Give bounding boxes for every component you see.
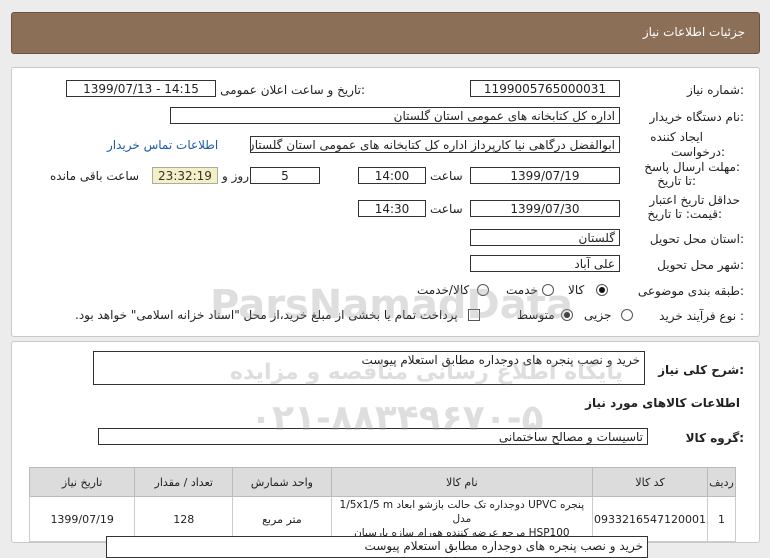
deadline-time-field: 14:00 xyxy=(358,167,426,184)
page-header: جزئیات اطلاعات نیاز xyxy=(11,12,760,54)
page-title: جزئیات اطلاعات نیاز xyxy=(642,25,745,39)
days-remaining-field: 5 xyxy=(250,167,320,184)
creator-label-2: درخواست: xyxy=(671,145,725,159)
days-label: روز و xyxy=(222,169,249,183)
cell-row: 1 xyxy=(707,496,736,542)
need-number-field: 1199005765000031 xyxy=(470,80,620,97)
province-label: استان محل تحویل: xyxy=(649,232,744,246)
col-row: ردیف xyxy=(707,467,736,497)
deadline-time-label: ساعت xyxy=(430,169,463,183)
goods-group-label: گروه کالا: xyxy=(685,431,744,445)
process-minor-radio[interactable] xyxy=(621,309,633,321)
category-label: طبقه بندی موضوعی: xyxy=(637,284,744,298)
cell-unit: متر مربع xyxy=(232,496,332,542)
creator-label-1: ایجاد کننده xyxy=(650,130,703,144)
summary-label: شرح کلی نیاز: xyxy=(658,363,744,377)
watermark-phone: ۰۲۱-۸۸۳۴۹۶۷۰-۵ xyxy=(250,398,544,439)
process-minor-label: جزیی xyxy=(584,308,612,322)
col-date: تاریخ نیاز xyxy=(28,467,136,497)
col-name: نام کالا xyxy=(330,467,594,497)
buyer-label: نام دستگاه خریدار: xyxy=(649,110,745,124)
city-field: علی آباد xyxy=(470,255,620,272)
col-unit: واحد شمارش xyxy=(232,467,332,497)
goods-table-header: ردیف کد کالا نام کالا واحد شمارش تعداد /… xyxy=(28,467,736,497)
footer-partial-box: خرید و نصب پنجره های دوجداره مطابق استعل… xyxy=(106,536,648,558)
deadline-label-1: مهلت ارسال پاسخ: xyxy=(644,160,740,174)
cell-date: 1399/07/19 xyxy=(28,496,136,542)
cell-name-line1: پنجره UPVC دوجداره تک حالت بازشو ابعاد 1… xyxy=(339,499,585,525)
goods-section-title: اطلاعات کالاهای مورد نیاز xyxy=(585,396,740,410)
validity-date-field: 1399/07/30 xyxy=(470,200,620,217)
creator-field: ابوالفضل درگاهی نیا کارپرداز اداره کل کت… xyxy=(250,136,620,153)
validity-label-2: قیمت: تا تاریخ: xyxy=(647,207,722,221)
validity-label-1: حداقل تاریخ اعتبار xyxy=(649,193,740,207)
remaining-time-field: 23:32:19 xyxy=(152,167,218,184)
col-qty: تعداد / مقدار xyxy=(134,467,234,497)
validity-time-field: 14:30 xyxy=(358,200,426,217)
cell-qty: 128 xyxy=(134,496,234,542)
table-row: 1 0933216547120001 پنجره UPVC دوجداره تک… xyxy=(28,496,736,542)
process-label: نوع فرآیند خرید : xyxy=(659,309,744,323)
deadline-date-field: 1399/07/19 xyxy=(470,167,620,184)
announce-field: 1399/07/13 - 14:15 xyxy=(66,80,216,97)
col-code: کد کالا xyxy=(592,467,709,497)
buyer-field: اداره کل کتابخانه های عمومی استان گلستان xyxy=(170,107,620,124)
watermark-subtitle: پایگاه اطلاع رسانی مناقصه و مزایده xyxy=(230,360,623,385)
footer-partial-text: خرید و نصب پنجره های دوجداره مطابق استعل… xyxy=(364,539,643,553)
goods-table: ردیف کد کالا نام کالا واحد شمارش تعداد /… xyxy=(28,467,736,542)
province-field: گلستان xyxy=(470,229,620,246)
remaining-label: ساعت باقی مانده xyxy=(50,169,140,183)
contact-buyer-link[interactable]: اطلاعات تماس خریدار xyxy=(107,138,218,152)
cell-code: 0933216547120001 xyxy=(592,496,709,542)
category-goods-radio[interactable] xyxy=(596,284,608,296)
need-number-label: شماره نیاز: xyxy=(686,83,744,97)
cell-name: پنجره UPVC دوجداره تک حالت بازشو ابعاد 1… xyxy=(330,496,594,542)
city-label: شهر محل تحویل: xyxy=(657,258,744,272)
deadline-label-2: تا تاریخ: xyxy=(657,174,696,188)
validity-time-label: ساعت xyxy=(430,202,463,216)
watermark-brand: ParsNamadData xyxy=(210,282,573,328)
announce-label: تاریخ و ساعت اعلان عمومی: xyxy=(220,83,365,97)
